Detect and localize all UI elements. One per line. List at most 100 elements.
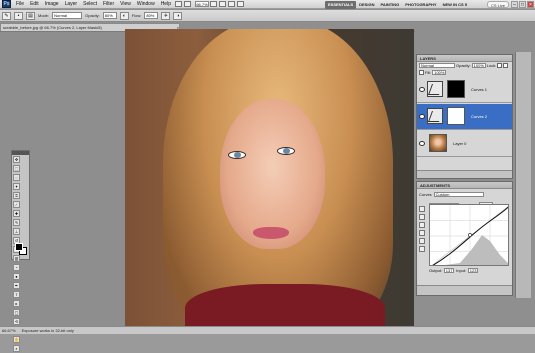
- curves-graph[interactable]: [429, 204, 509, 266]
- minimize-icon[interactable]: –: [511, 1, 518, 8]
- white-point-eyedropper-icon[interactable]: [419, 230, 425, 236]
- layer-row-curves-2[interactable]: Curves 2: [417, 104, 512, 130]
- zoom-tool-icon[interactable]: ⌕: [13, 345, 20, 352]
- mode-select[interactable]: Normal: [52, 12, 83, 19]
- cs-live-button[interactable]: CS Live: [486, 1, 509, 8]
- adjustments-tab[interactable]: ADJUSTMENTS: [417, 182, 512, 189]
- eyedropper-tool-icon[interactable]: ⁄: [13, 201, 20, 208]
- workspace-essentials[interactable]: ESSENTIALS: [325, 0, 357, 9]
- curves-preset-select[interactable]: Custom: [433, 192, 484, 197]
- blur-tool-icon[interactable]: ◔: [13, 264, 20, 271]
- curve-point[interactable]: [468, 233, 472, 237]
- menu-edit[interactable]: Edit: [27, 1, 42, 7]
- arrange-documents-icon[interactable]: [227, 1, 235, 7]
- visibility-eye-icon[interactable]: [419, 141, 425, 146]
- menu-file[interactable]: File: [13, 1, 27, 7]
- menu-select[interactable]: Select: [80, 1, 100, 7]
- type-tool-icon[interactable]: T: [13, 291, 20, 298]
- crop-tool-icon[interactable]: ⌗: [13, 192, 20, 199]
- path-select-tool-icon[interactable]: ▸: [13, 300, 20, 307]
- lips: [253, 227, 289, 239]
- image-canvas[interactable]: [125, 29, 414, 326]
- opacity-label: Opacity:: [85, 13, 100, 18]
- workspace-photography[interactable]: PHOTOGRAPHY: [402, 1, 439, 9]
- shape-tool-icon[interactable]: ▢: [13, 309, 20, 316]
- bridge-icon[interactable]: [174, 1, 182, 7]
- status-zoom[interactable]: 66.67%: [2, 328, 16, 333]
- menu-view[interactable]: View: [117, 1, 134, 7]
- menu-filter[interactable]: Filter: [100, 1, 117, 7]
- status-info: Exposure works in 32-bit only: [21, 328, 74, 333]
- layer-row-curves-1[interactable]: Curves 1: [417, 77, 512, 103]
- photoshop-window: Ps File Edit Image Layer Select Filter V…: [0, 0, 535, 352]
- output-input[interactable]: 137: [444, 268, 455, 273]
- document-title: scrabble_before.jpg @ 66.7% (Curves 2, L…: [3, 25, 102, 30]
- pressure-size-icon[interactable]: ◑: [173, 11, 183, 20]
- screen-mode-icon[interactable]: [236, 1, 244, 7]
- visibility-eye-icon[interactable]: [419, 87, 425, 92]
- menu-layer[interactable]: Layer: [62, 1, 81, 7]
- layers-footer-buttons[interactable]: [417, 170, 512, 178]
- brush-tool-preset-icon[interactable]: ✎: [2, 11, 11, 20]
- flow-input[interactable]: 80%: [144, 12, 159, 19]
- zoom-level[interactable]: 66.7%: [194, 1, 209, 7]
- marquee-tool-icon[interactable]: ⬚: [13, 165, 20, 172]
- menu-window[interactable]: Window: [134, 1, 158, 7]
- dodge-tool-icon[interactable]: ●: [13, 273, 20, 280]
- visibility-eye-icon[interactable]: [419, 114, 425, 119]
- layers-panel: LAYERS Normal Opacity: 100% Lock: Fill: …: [416, 54, 513, 179]
- foreground-color-swatch[interactable]: [15, 243, 23, 251]
- brush-size-icon[interactable]: •: [14, 11, 23, 20]
- menu-image[interactable]: Image: [42, 1, 62, 7]
- layer-name: Curves 2: [471, 114, 488, 119]
- pressure-opacity-icon[interactable]: ◐: [119, 11, 129, 20]
- input-input[interactable]: 123: [468, 268, 479, 273]
- adjustments-footer-buttons[interactable]: [417, 285, 512, 295]
- photoshop-logo: Ps: [2, 0, 11, 8]
- blend-mode-select[interactable]: Normal: [419, 63, 455, 68]
- lock-transparency-icon[interactable]: [497, 63, 503, 68]
- move-tool-icon[interactable]: ✥: [13, 156, 20, 163]
- collapsed-panel-dock[interactable]: [515, 52, 531, 298]
- adjustments-panel: ADJUSTMENTS Curves Custom RGB Auto: [416, 181, 513, 296]
- healing-tool-icon[interactable]: ✚: [13, 210, 20, 217]
- tools-panel-header[interactable]: [12, 151, 29, 155]
- workspace-design[interactable]: DESIGN: [356, 1, 377, 9]
- layers-tab[interactable]: LAYERS: [417, 55, 512, 62]
- layer-options: Normal Opacity: 100% Lock: Fill: 100%: [417, 62, 512, 76]
- quick-select-tool-icon[interactable]: ✦: [13, 183, 20, 190]
- lasso-tool-icon[interactable]: ◌: [13, 174, 20, 181]
- clone-stamp-tool-icon[interactable]: ⊥: [13, 228, 20, 235]
- pen-tool-icon[interactable]: ✒: [13, 282, 20, 289]
- target-adjust-icon[interactable]: [419, 206, 425, 212]
- brush-panel-icon[interactable]: ▤: [26, 11, 35, 20]
- layer-row-layer-0[interactable]: Layer 0: [417, 131, 512, 157]
- edit-points-icon[interactable]: [419, 238, 425, 244]
- 3d-rotate-tool-icon[interactable]: ⟲: [13, 318, 20, 325]
- lock-position-icon[interactable]: [419, 69, 424, 75]
- layer-name: Layer 0: [453, 141, 467, 146]
- hand-icon[interactable]: [209, 1, 217, 7]
- layer-mask-thumbnail[interactable]: [447, 107, 465, 125]
- lock-pixels-icon[interactable]: [503, 63, 509, 68]
- layer-mask-thumbnail[interactable]: [447, 80, 465, 98]
- menu-help[interactable]: Help: [158, 1, 174, 7]
- maximize-icon[interactable]: □: [519, 1, 526, 8]
- workspace-painting[interactable]: PAINTING: [377, 1, 402, 9]
- hand-tool-icon[interactable]: ✋: [13, 336, 20, 343]
- airbrush-icon[interactable]: ✈: [161, 11, 171, 20]
- curves-header: Curves Custom: [417, 189, 512, 200]
- gray-point-eyedropper-icon[interactable]: [419, 222, 425, 228]
- gradient-tool-icon[interactable]: ▥: [13, 255, 20, 262]
- layer-opacity-input[interactable]: 100%: [471, 63, 486, 68]
- black-point-eyedropper-icon[interactable]: [419, 214, 425, 220]
- brush-tool-icon[interactable]: ✎: [13, 219, 20, 226]
- workspace-new-in-cs5[interactable]: NEW IN CS 5: [440, 1, 470, 9]
- fill-input[interactable]: 100%: [432, 69, 447, 75]
- right-eye: [277, 147, 295, 155]
- zoom-icon[interactable]: [218, 1, 226, 7]
- mini-bridge-icon[interactable]: [183, 1, 191, 7]
- draw-curve-icon[interactable]: [419, 246, 425, 252]
- close-icon[interactable]: ×: [527, 1, 534, 8]
- opacity-input[interactable]: 80%: [102, 12, 117, 19]
